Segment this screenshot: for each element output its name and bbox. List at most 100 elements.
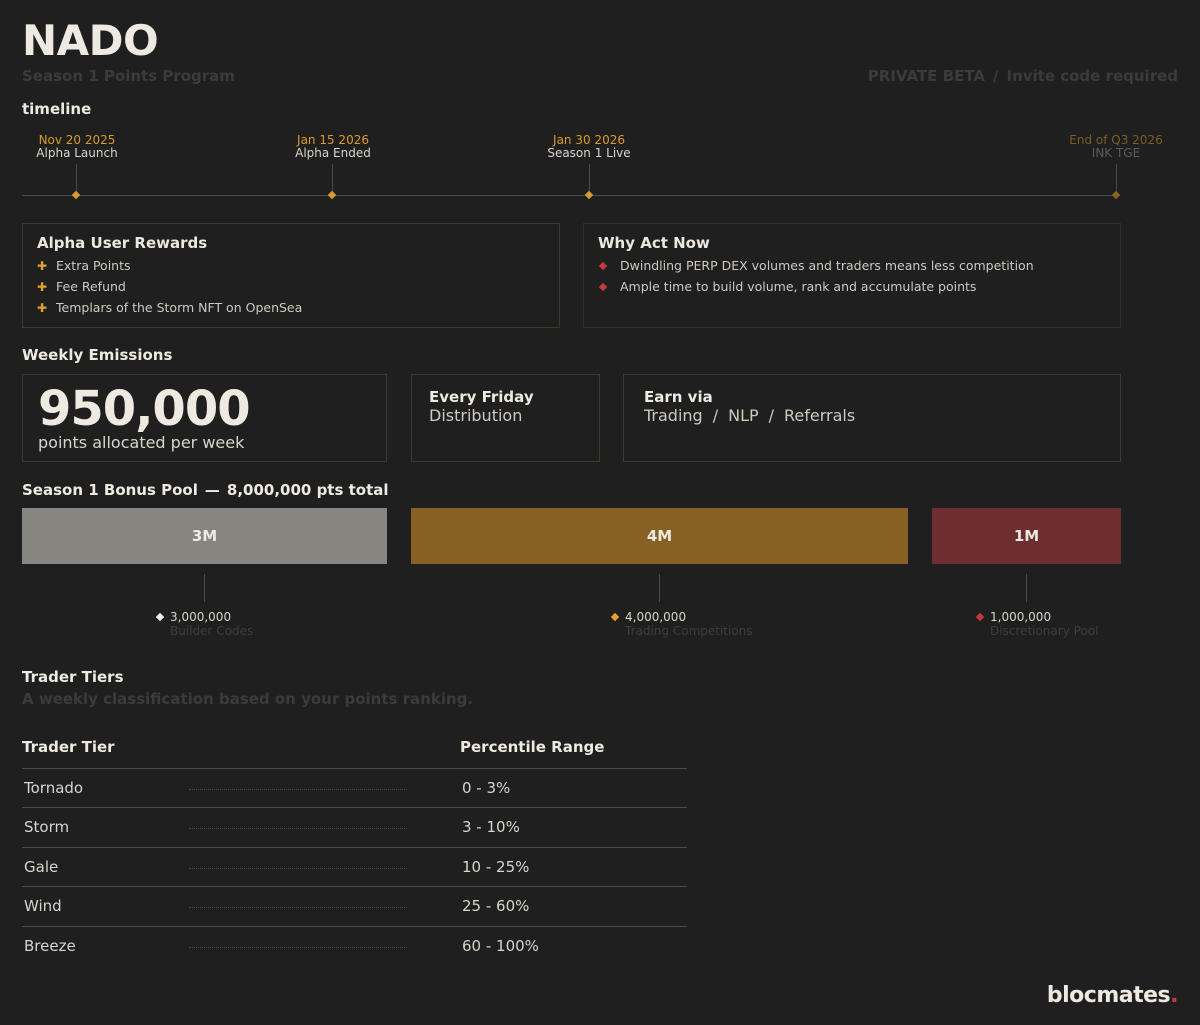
pool-segment-builder-codes: 3M xyxy=(22,508,387,564)
brand-logo: blocmates. xyxy=(1046,983,1179,1008)
segment-label: Trading Competitions xyxy=(625,624,753,638)
brand-period: . xyxy=(1170,983,1178,1008)
invite-label: Invite code required xyxy=(1006,67,1178,85)
tier-range: 25 - 60% xyxy=(462,897,530,915)
table-row: Tornado 0 - 3% xyxy=(22,768,687,808)
milestone-tick xyxy=(589,164,590,191)
milestone-season1-live: Jan 30 2026 Season 1 Live xyxy=(509,134,669,160)
table-row: Breeze 60 - 100% xyxy=(22,926,687,966)
emissions-amount-caption: points allocated per week xyxy=(38,433,245,452)
brand-name: blocmates xyxy=(1046,983,1171,1008)
tiers-description: A weekly classification based on your po… xyxy=(22,690,474,708)
diamond-icon xyxy=(598,261,608,270)
earn-separator: / xyxy=(712,406,719,425)
dotted-leader xyxy=(189,868,407,869)
segment-short-label: 1M xyxy=(1013,527,1040,545)
milestone-label: Season 1 Live xyxy=(547,146,631,160)
emissions-amount-card: 950,000 points allocated per week xyxy=(22,374,387,462)
milestone-marker xyxy=(584,190,594,200)
list-item: ✚ Fee Refund xyxy=(37,276,545,297)
list-item-text: Extra Points xyxy=(56,258,131,273)
milestone-tick xyxy=(1116,164,1117,191)
page-title: NADO xyxy=(22,16,159,65)
dotted-leader xyxy=(189,907,407,908)
alpha-rewards-card: Alpha User Rewards ✚ Extra Points ✚ Fee Re… xyxy=(22,223,560,328)
earn-separator: / xyxy=(768,406,775,425)
dotted-leader xyxy=(189,789,407,790)
tier-name: Tornado xyxy=(24,779,84,797)
earn-methods: Trading / NLP / Referrals xyxy=(644,406,1100,425)
diamond-icon xyxy=(975,612,985,622)
tier-name: Wind xyxy=(24,897,62,915)
milestone-label: Alpha Ended xyxy=(295,146,371,160)
tier-range: 3 - 10% xyxy=(462,818,520,836)
timeline-heading: timeline xyxy=(22,100,92,118)
beta-notice: PRIVATE BETA / Invite code required xyxy=(868,67,1178,85)
list-item-text: Dwindling PERP DEX volumes and traders m… xyxy=(620,258,1034,273)
table-row: Gale 10 - 25% xyxy=(22,847,687,887)
dotted-leader xyxy=(189,947,407,948)
milestone-tick xyxy=(76,164,77,191)
pool-segment-trading-competitions: 4M xyxy=(411,508,908,564)
milestone-marker xyxy=(71,190,81,200)
segment-leader-line xyxy=(1026,574,1027,602)
column-header-range: Percentile Range xyxy=(460,738,605,756)
rewards-list: ✚ Extra Points ✚ Fee Refund ✚ Templars of t… xyxy=(37,255,545,318)
milestone-ink-tge: End of Q3 2026 INK TGE xyxy=(1036,134,1196,160)
tier-name: Gale xyxy=(24,858,59,876)
segment-short-label: 4M xyxy=(646,527,673,545)
segment-value: 1,000,000 xyxy=(990,610,1052,624)
milestone-alpha-launch: Nov 20 2025 Alpha Launch xyxy=(0,134,157,160)
plus-icon: ✚ xyxy=(37,258,48,273)
pool-legend-discretionary: 1,000,000 Discretionary Pool xyxy=(975,610,1099,638)
bonus-pool-title: Season 1 Bonus Pool xyxy=(22,481,198,499)
bonus-pool-total: 8,000,000 pts total xyxy=(226,481,389,499)
segment-value: 3,000,000 xyxy=(170,610,232,624)
list-item: Ample time to build volume, rank and acc… xyxy=(598,276,1106,297)
card-title: Alpha User Rewards xyxy=(37,234,208,252)
earn-method-referrals: Referrals xyxy=(784,406,856,425)
earn-method-nlp: NLP xyxy=(728,406,759,425)
card-title: Why Act Now xyxy=(598,234,710,252)
dotted-leader xyxy=(189,828,407,829)
earn-via-card: Earn via Trading / NLP / Referrals xyxy=(623,374,1121,462)
milestone-label: Alpha Launch xyxy=(36,146,118,160)
milestone-alpha-ended: Jan 15 2026 Alpha Ended xyxy=(253,134,413,160)
pool-legend-builder-codes: 3,000,000 Builder Codes xyxy=(155,610,253,638)
list-item: ✚ Extra Points xyxy=(37,255,545,276)
tier-range: 0 - 3% xyxy=(462,779,511,797)
tier-range: 60 - 100% xyxy=(462,937,539,955)
list-item-text: Ample time to build volume, rank and acc… xyxy=(620,279,977,294)
segment-value: 4,000,000 xyxy=(625,610,687,624)
column-header-tier: Trader Tier xyxy=(22,738,115,756)
diamond-icon xyxy=(598,282,608,291)
milestone-marker xyxy=(327,190,337,200)
reasons-list: Dwindling PERP DEX volumes and traders m… xyxy=(598,255,1106,297)
milestone-tick xyxy=(332,164,333,191)
list-item: Dwindling PERP DEX volumes and traders m… xyxy=(598,255,1106,276)
emissions-amount: 950,000 xyxy=(38,381,251,437)
pool-segment-discretionary: 1M xyxy=(932,508,1121,564)
tier-name: Storm xyxy=(24,818,70,836)
diamond-icon xyxy=(155,612,165,622)
segment-short-label: 3M xyxy=(191,527,218,545)
table-row: Storm 3 - 10% xyxy=(22,807,687,847)
milestone-marker xyxy=(1111,190,1121,200)
pool-legend-trading-competitions: 4,000,000 Trading Competitions xyxy=(610,610,753,638)
tiers-heading: Trader Tiers xyxy=(22,668,124,686)
bonus-pool-dash: — xyxy=(204,481,220,499)
earn-method-trading: Trading xyxy=(644,406,703,425)
distribution-card: Every Friday Distribution xyxy=(411,374,600,462)
why-act-now-card: Why Act Now Dwindling PERP DEX volumes a… xyxy=(583,223,1121,328)
table-row: Wind 25 - 60% xyxy=(22,886,687,926)
beta-label: PRIVATE BETA xyxy=(867,67,985,85)
emissions-heading: Weekly Emissions xyxy=(22,346,173,364)
beta-separator: / xyxy=(993,67,999,85)
schedule-title: Every Friday xyxy=(429,388,534,406)
tier-range: 10 - 25% xyxy=(462,858,530,876)
schedule-caption: Distribution xyxy=(429,406,523,425)
plus-icon: ✚ xyxy=(37,300,48,315)
bonus-pool-heading: Season 1 Bonus Pool — 8,000,000 pts tota… xyxy=(22,481,389,499)
segment-label: Discretionary Pool xyxy=(990,624,1099,638)
segment-leader-line xyxy=(204,574,205,602)
